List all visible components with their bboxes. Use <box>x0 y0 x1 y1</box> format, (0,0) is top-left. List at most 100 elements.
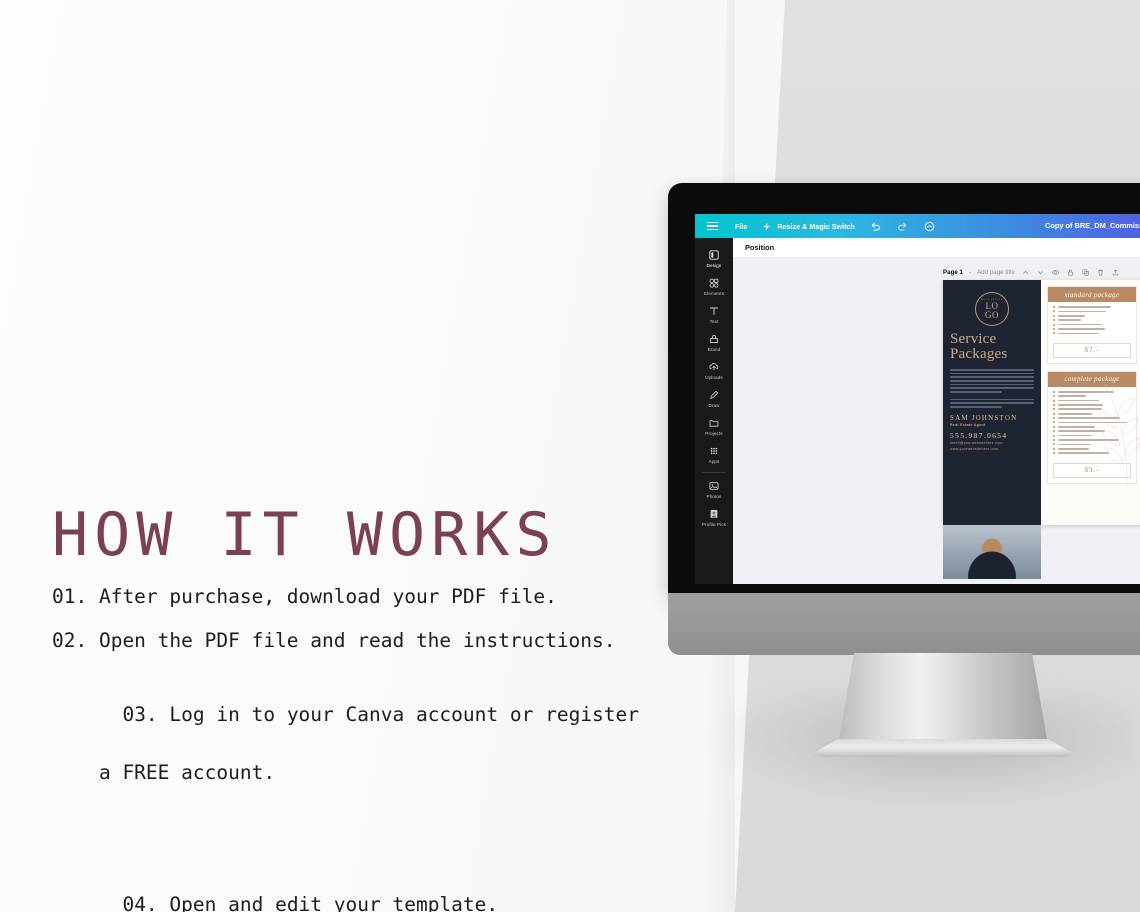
package-item <box>1053 327 1131 330</box>
cloud-sync-icon <box>924 221 935 231</box>
package-item <box>1053 425 1131 428</box>
canva-left-sidebar: Design Elements Text Brand Uploads Draw … <box>695 238 733 584</box>
sidebar-item-profile-pics[interactable]: Profile Pics <box>695 503 733 531</box>
package-item <box>1053 314 1131 317</box>
list-item: 03. Log in to your Canva account or regi… <box>52 671 692 847</box>
draw-icon <box>710 390 719 399</box>
package-item <box>1053 439 1131 442</box>
sidebar-item-text[interactable]: Text <box>695 300 733 328</box>
design-document-preview[interactable]: REAL ESTATE LO GO Service Packages SAM J… <box>943 280 1140 579</box>
chevron-up-icon[interactable] <box>1021 268 1030 277</box>
package-item <box>1053 403 1131 406</box>
package-item <box>1053 306 1131 308</box>
list-item: 02. Open the PDF file and read the instr… <box>52 626 692 655</box>
canva-top-bar: File Resize & Magic Switch Copy of BRE_D… <box>695 214 1140 238</box>
design-heading-line-2: Packages <box>950 346 1008 362</box>
sidebar-label: Projects <box>705 431 723 436</box>
text-icon <box>709 307 719 316</box>
apps-icon <box>710 447 718 455</box>
profile-pics-icon <box>710 510 718 518</box>
brand-icon <box>710 335 718 344</box>
sidebar-item-brand[interactable]: Brand <box>695 328 733 356</box>
sidebar-item-draw[interactable]: Draw <box>695 384 733 412</box>
package-title: complete package <box>1048 371 1136 387</box>
monitor-stand-neck <box>838 653 1048 745</box>
complete-package-card: complete package $9,- <box>1047 370 1137 484</box>
package-items-list <box>1048 387 1136 460</box>
sidebar-label: Draw <box>708 403 720 408</box>
package-item <box>1053 430 1131 433</box>
agent-phone: 555.987.0654 <box>950 430 1008 440</box>
package-item <box>1053 443 1131 446</box>
elements-icon <box>709 278 719 288</box>
redo-icon <box>898 222 907 231</box>
page-number-label: Page 1 <box>943 269 963 276</box>
expand-page-icon[interactable] <box>1111 268 1120 277</box>
step-line: 01. After purchase, download your PDF fi… <box>52 585 557 609</box>
step-line-continuation: a FREE account. <box>52 761 276 785</box>
agent-photo <box>943 525 1041 579</box>
logo-badge: REAL ESTATE LO GO <box>975 292 1009 326</box>
undo-icon <box>871 222 880 231</box>
undo-button[interactable] <box>862 220 889 233</box>
agent-role: Real Estate Agent <box>950 422 986 427</box>
step-line: 04. Open and edit your template. <box>122 893 499 912</box>
agent-email: email@yourwebsitehere.com <box>950 441 1003 446</box>
sidebar-item-design[interactable]: Design <box>695 244 733 272</box>
hamburger-menu-icon[interactable] <box>695 221 728 231</box>
package-item <box>1053 332 1131 335</box>
design-body-paragraph-1 <box>950 369 1034 393</box>
package-price: $7,- <box>1053 342 1131 358</box>
sidebar-item-apps[interactable]: Apps <box>695 440 733 468</box>
sidebar-divider <box>702 472 726 473</box>
design-icon <box>709 250 719 260</box>
delete-page-icon[interactable] <box>1096 268 1105 277</box>
sidebar-label: Brand <box>707 347 721 352</box>
package-item <box>1053 452 1131 455</box>
document-left-panel: REAL ESTATE LO GO Service Packages SAM J… <box>943 280 1041 579</box>
package-item <box>1053 421 1131 424</box>
page-header-bar: Page 1 - Add page title <box>943 268 1120 277</box>
monitor-screen: File Resize & Magic Switch Copy of BRE_D… <box>695 214 1140 584</box>
package-item <box>1053 390 1131 393</box>
sidebar-item-photos[interactable]: Photos <box>695 475 733 503</box>
design-heading: Service Packages <box>950 332 1034 362</box>
canva-canvas-area[interactable]: Page 1 - Add page title REAL ESTATE LO G… <box>733 258 1140 584</box>
package-item <box>1053 412 1131 415</box>
hide-page-icon[interactable] <box>1051 268 1060 277</box>
sidebar-label: Profile Pics <box>701 522 727 527</box>
resize-magic-switch-button[interactable]: Resize & Magic Switch <box>754 220 862 233</box>
add-page-title-input[interactable]: Add page title <box>977 269 1015 276</box>
photos-icon <box>709 482 719 490</box>
canva-work-area: Position Page 1 - Add page title REAL ES… <box>733 238 1140 584</box>
uploads-icon <box>709 363 719 371</box>
sidebar-label: Elements <box>704 291 724 296</box>
package-item <box>1053 323 1131 326</box>
file-menu-button[interactable]: File <box>728 222 754 231</box>
sidebar-label: Uploads <box>705 375 723 380</box>
cloud-sync-button[interactable] <box>916 220 943 233</box>
package-item <box>1053 310 1131 313</box>
position-toolbar[interactable]: Position <box>733 238 1140 258</box>
steps-list: 01. After purchase, download your PDF fi… <box>52 582 692 912</box>
step-line: 03. Log in to your Canva account or regi… <box>122 702 640 726</box>
duplicate-page-icon[interactable] <box>1081 268 1090 277</box>
lock-icon[interactable] <box>1066 268 1075 277</box>
redo-button[interactable] <box>889 220 916 233</box>
sidebar-label: Text <box>709 319 719 324</box>
sidebar-item-elements[interactable]: Elements <box>695 272 733 300</box>
sidebar-label: Design <box>706 263 722 268</box>
package-item <box>1053 408 1131 411</box>
sidebar-item-uploads[interactable]: Uploads <box>695 356 733 384</box>
sidebar-item-projects[interactable]: Projects <box>695 412 733 440</box>
package-items-list <box>1048 302 1136 340</box>
canva-app-body: Design Elements Text Brand Uploads Draw … <box>695 238 1140 584</box>
chevron-down-icon[interactable] <box>1036 268 1045 277</box>
document-right-panel: standard package $7,- complete package $… <box>1041 280 1140 525</box>
agent-name: SAM JOHNSTON <box>950 413 1018 422</box>
package-item <box>1053 434 1131 437</box>
list-item: 04. Open and edit your template. (link i… <box>52 861 692 912</box>
document-title[interactable]: Copy of BRE_DM_Commission-S <box>1045 221 1140 230</box>
package-title: standard package <box>1048 287 1136 302</box>
file-menu-label: File <box>735 221 748 231</box>
